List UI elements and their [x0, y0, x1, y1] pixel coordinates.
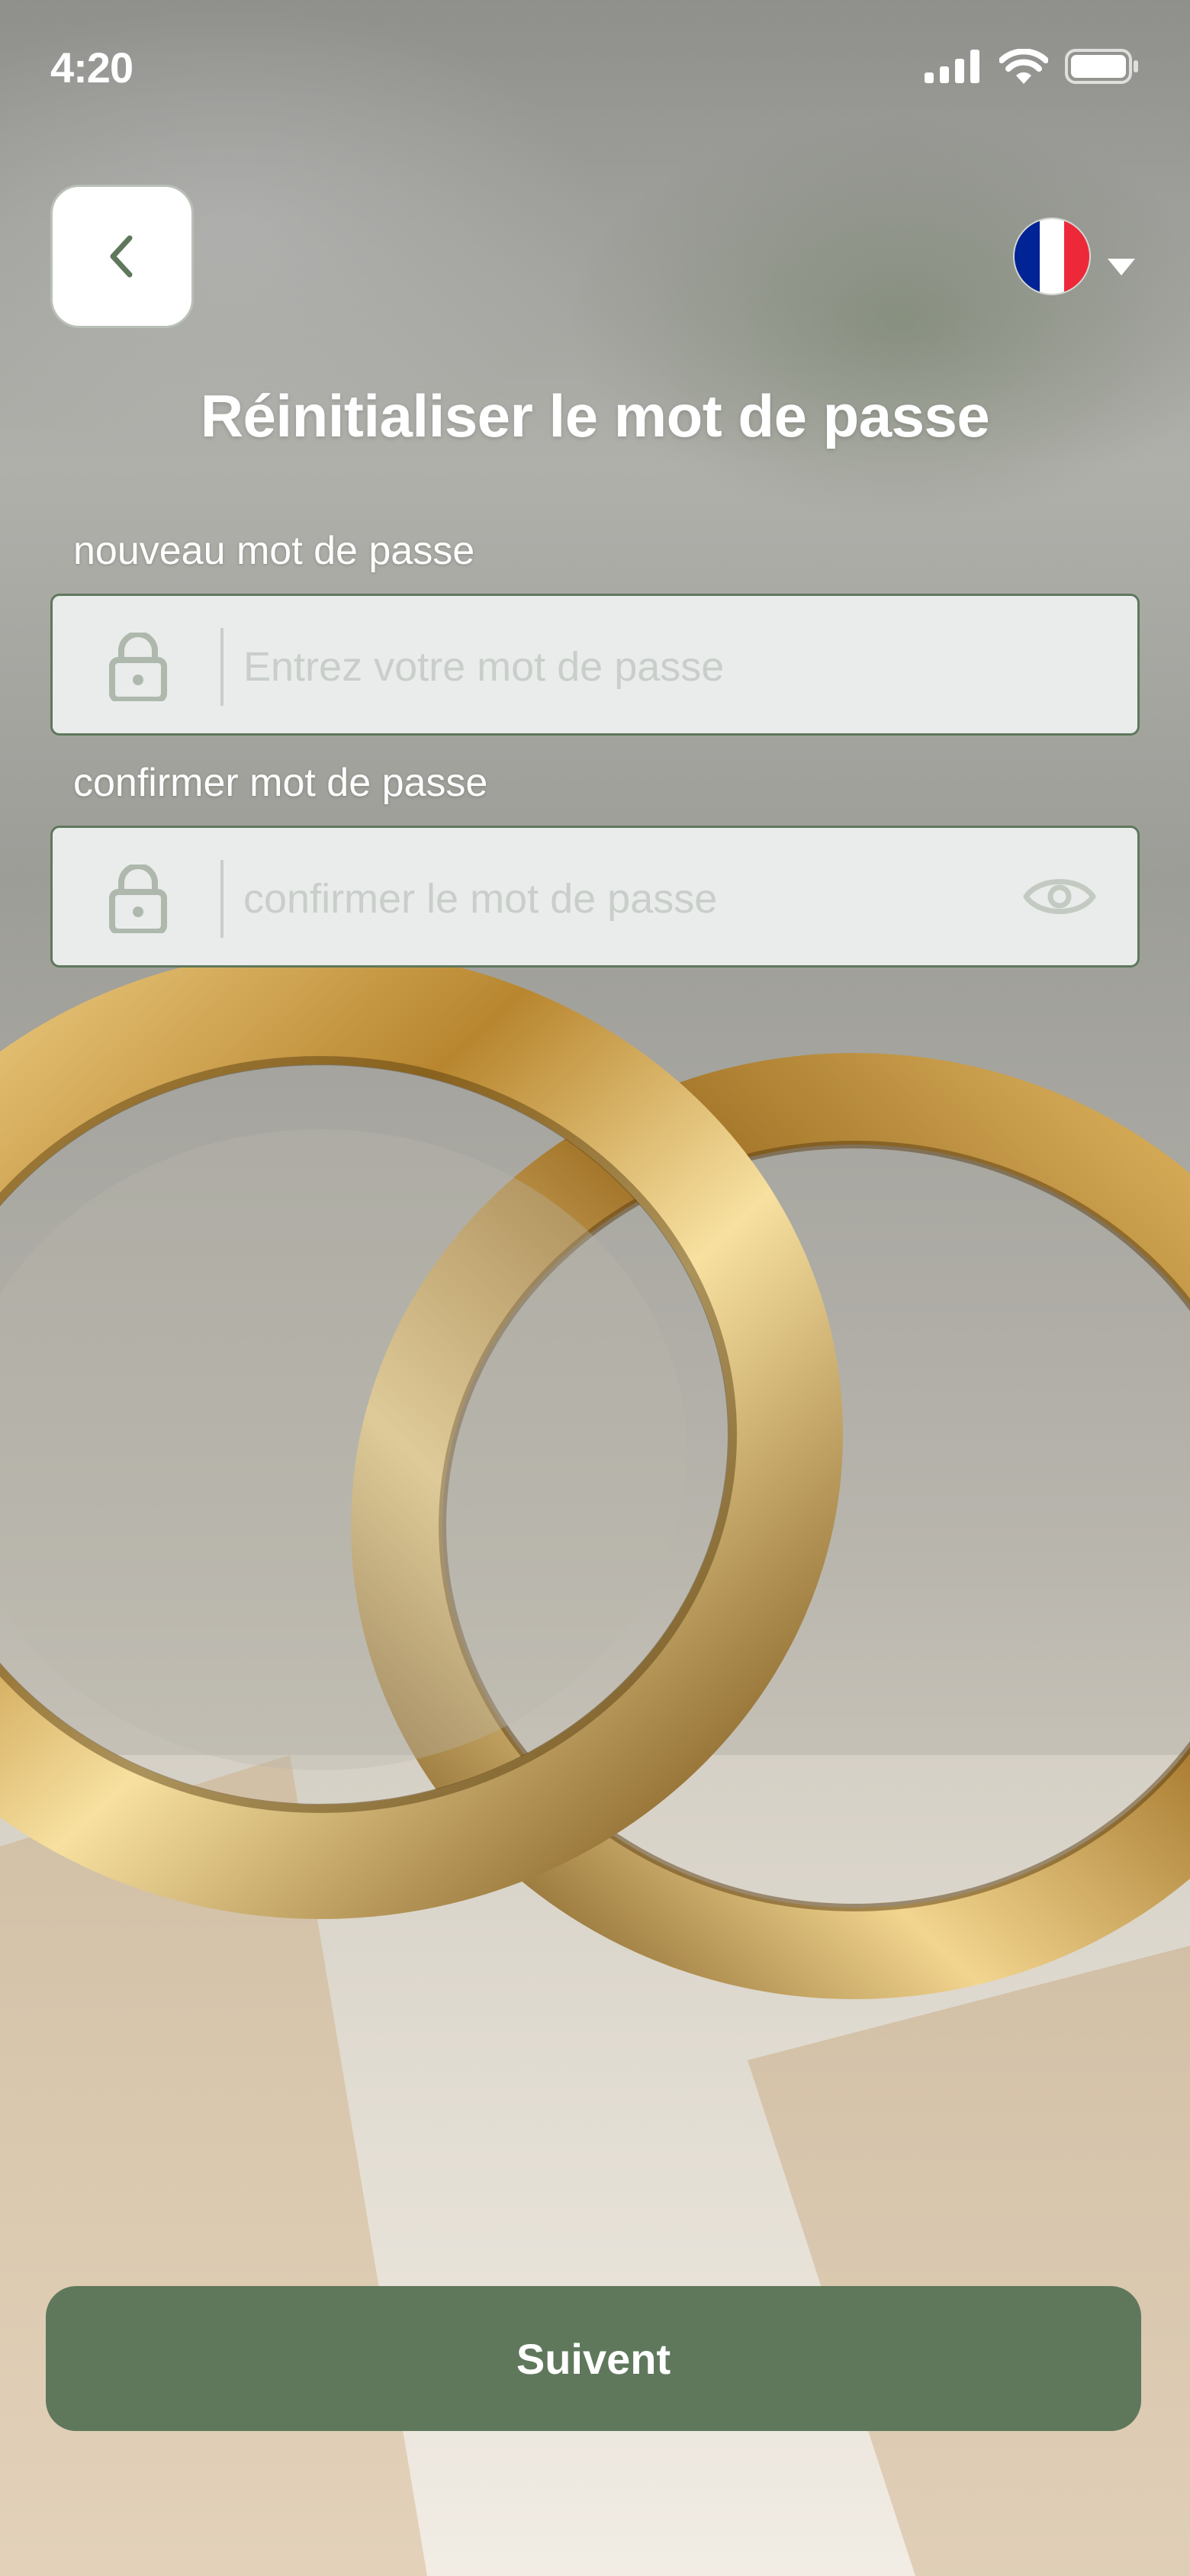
- page-title: Réinitialiser le mot de passe: [200, 382, 990, 449]
- lock-icon: [109, 633, 167, 701]
- new-password-field[interactable]: [50, 594, 1140, 736]
- language-selector[interactable]: [1015, 219, 1143, 294]
- confirm-password-field[interactable]: [50, 826, 1140, 968]
- back-button[interactable]: [50, 185, 194, 328]
- chevron-left-icon: [110, 235, 133, 278]
- field-divider: [220, 860, 224, 938]
- field-divider: [220, 628, 224, 706]
- status-icons: [925, 49, 1140, 84]
- confirm-password-label: confirmer mot de passe: [73, 761, 488, 805]
- status-time: 4:20: [50, 43, 133, 92]
- caret-down-icon: [1108, 259, 1135, 275]
- confirm-password-input[interactable]: [243, 851, 991, 947]
- eye-icon[interactable]: [1023, 872, 1096, 921]
- france-flag-icon: [1015, 219, 1089, 294]
- cellular-signal-icon: [925, 50, 979, 83]
- battery-icon: [1065, 49, 1138, 84]
- wifi-icon: [999, 49, 1048, 84]
- new-password-input[interactable]: [243, 619, 1029, 715]
- lock-icon: [109, 865, 167, 933]
- status-bar: 4:20: [0, 0, 1190, 137]
- new-password-label: nouveau mot de passe: [73, 529, 475, 573]
- submit-button[interactable]: Suivent: [46, 2286, 1141, 2431]
